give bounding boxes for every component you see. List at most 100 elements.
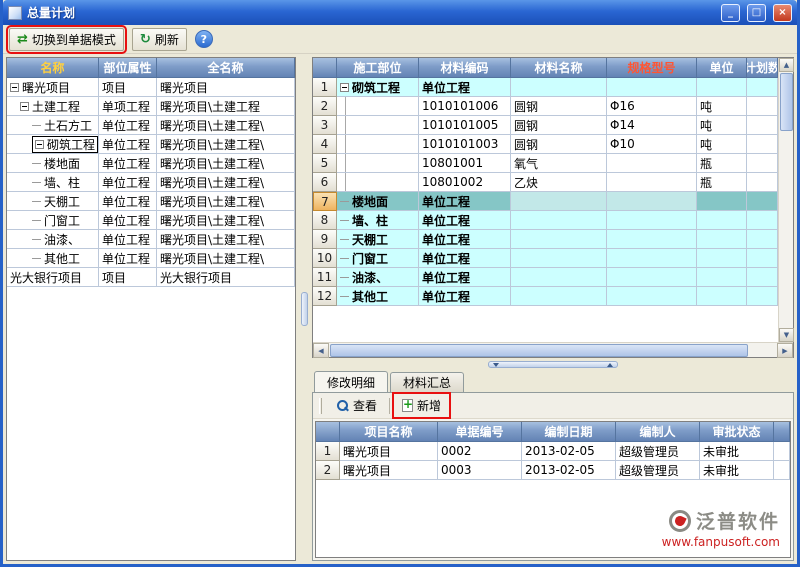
material-group-row-selected[interactable]: 7 楼地面 单位工程: [313, 192, 778, 211]
cell-attr[interactable]: 单位工程: [99, 192, 157, 211]
material-vertical-scrollbar[interactable]: ▲ ▼: [778, 58, 793, 342]
cell-full[interactable]: 曙光项目\土建工程: [157, 97, 295, 116]
cell-doc-no[interactable]: 0002: [438, 442, 522, 461]
cell-part[interactable]: 门窗工: [337, 249, 419, 268]
cell-date[interactable]: 2013-02-05: [522, 461, 616, 480]
material-row[interactable]: 4 1010101003 圆钢 Φ10 吨: [313, 135, 778, 154]
header-part[interactable]: 施工部位: [337, 58, 419, 78]
cell-plan[interactable]: [747, 135, 778, 154]
cell-creator[interactable]: 超级管理员: [616, 461, 700, 480]
material-group-row[interactable]: 9 天棚工 单位工程: [313, 230, 778, 249]
cell-part[interactable]: 墙、柱: [337, 211, 419, 230]
row-number[interactable]: 1: [316, 442, 340, 461]
view-button[interactable]: 查看: [329, 395, 384, 416]
toolbar-grip[interactable]: [319, 398, 322, 414]
cell-attr[interactable]: 单位工程: [99, 116, 157, 135]
header-code[interactable]: 材料编码: [419, 58, 511, 78]
header-status[interactable]: 审批状态: [700, 422, 774, 442]
row-number[interactable]: 5: [313, 154, 337, 173]
material-group-row[interactable]: 1 砌筑工程 单位工程: [313, 78, 778, 97]
cell-spec[interactable]: Φ14: [607, 116, 697, 135]
cell-part[interactable]: [337, 173, 419, 192]
cell-plan[interactable]: [747, 173, 778, 192]
tree-row[interactable]: 油漆、 单位工程 曙光项目\土建工程\: [7, 230, 295, 249]
cell-attr[interactable]: 单位工程: [99, 154, 157, 173]
cell-part[interactable]: 其他工: [337, 287, 419, 306]
tree-row[interactable]: 墙、柱 单位工程 曙光项目\土建工程\: [7, 173, 295, 192]
tree-row[interactable]: 光大银行项目 项目 光大银行项目: [7, 268, 295, 287]
cell-attr[interactable]: 单位工程: [99, 249, 157, 268]
document-row[interactable]: 2 曙光项目 0003 2013-02-05 超级管理员 未审批: [316, 461, 790, 480]
vertical-scroll-thumb[interactable]: [780, 73, 793, 131]
cell-name[interactable]: 曙光项目: [7, 78, 99, 97]
tab-material-summary[interactable]: 材料汇总: [390, 372, 464, 392]
cell-part[interactable]: 砌筑工程: [337, 78, 419, 97]
cell-name[interactable]: 天棚工: [7, 192, 99, 211]
cell-attr[interactable]: 单位工程: [99, 173, 157, 192]
cell-unit[interactable]: 吨: [697, 97, 747, 116]
scroll-right-button[interactable]: ▶: [777, 343, 793, 358]
material-row[interactable]: 2 1010101006 圆钢 Φ16 吨: [313, 97, 778, 116]
cell-spec[interactable]: [607, 211, 697, 230]
cell-code[interactable]: 单位工程: [419, 249, 511, 268]
cell-name[interactable]: 圆钢: [511, 116, 607, 135]
cell-part[interactable]: [337, 97, 419, 116]
tree-row[interactable]: 楼地面 单位工程 曙光项目\土建工程\: [7, 154, 295, 173]
cell-name[interactable]: [511, 268, 607, 287]
cell-attr[interactable]: 单位工程: [99, 135, 157, 154]
cell-unit[interactable]: [697, 268, 747, 287]
cell-project[interactable]: 曙光项目: [340, 461, 438, 480]
cell-plan[interactable]: [747, 154, 778, 173]
cell-attr[interactable]: 项目: [99, 78, 157, 97]
cell-full[interactable]: 曙光项目\土建工程\: [157, 135, 295, 154]
maximize-button[interactable]: □: [747, 4, 766, 22]
row-number[interactable]: 2: [313, 97, 337, 116]
cell-name[interactable]: 土石方工: [7, 116, 99, 135]
material-row[interactable]: 5 10801001 氧气 瓶: [313, 154, 778, 173]
cell-spec[interactable]: [607, 287, 697, 306]
horizontal-splitter[interactable]: [312, 358, 794, 371]
cell-part[interactable]: [337, 154, 419, 173]
cell-full[interactable]: 曙光项目\土建工程\: [157, 230, 295, 249]
cell-unit[interactable]: [697, 249, 747, 268]
cell-code[interactable]: 10801001: [419, 154, 511, 173]
cell-plan[interactable]: [747, 116, 778, 135]
help-button[interactable]: ?: [195, 30, 213, 48]
cell-spec[interactable]: [607, 230, 697, 249]
cell-name[interactable]: 楼地面: [7, 154, 99, 173]
cell-name[interactable]: 墙、柱: [7, 173, 99, 192]
cell-name[interactable]: 砌筑工程: [7, 135, 99, 154]
cell-name[interactable]: 门窗工: [7, 211, 99, 230]
cell-spec[interactable]: [607, 268, 697, 287]
cell-part[interactable]: 天棚工: [337, 230, 419, 249]
row-number[interactable]: 2: [316, 461, 340, 480]
tree-header-name[interactable]: 名称: [7, 58, 99, 78]
cell-unit[interactable]: [697, 192, 747, 211]
material-group-row[interactable]: 8 墙、柱 单位工程: [313, 211, 778, 230]
horizontal-scroll-thumb[interactable]: [330, 344, 748, 357]
cell-plan[interactable]: [747, 192, 778, 211]
cell-doc-no[interactable]: 0003: [438, 461, 522, 480]
material-row[interactable]: 3 1010101005 圆钢 Φ14 吨: [313, 116, 778, 135]
collapse-icon[interactable]: [340, 83, 349, 92]
header-plan[interactable]: 计划数: [747, 58, 778, 78]
cell-plan[interactable]: [747, 211, 778, 230]
cell-name[interactable]: [511, 211, 607, 230]
collapse-icon[interactable]: [35, 140, 44, 149]
cell-code[interactable]: 10801002: [419, 173, 511, 192]
cell-plan[interactable]: [747, 249, 778, 268]
titlebar[interactable]: 总量计划 _ □ ×: [3, 0, 797, 25]
cell-name[interactable]: [511, 287, 607, 306]
cell-code[interactable]: 1010101006: [419, 97, 511, 116]
cell-attr[interactable]: 单位工程: [99, 230, 157, 249]
header-date[interactable]: 编制日期: [522, 422, 616, 442]
cell-name[interactable]: [511, 192, 607, 211]
tree-row[interactable]: 天棚工 单位工程 曙光项目\土建工程\: [7, 192, 295, 211]
refresh-button[interactable]: ↻ 刷新: [132, 28, 187, 51]
scroll-up-button[interactable]: ▲: [779, 58, 794, 72]
header-spec[interactable]: 规格型号: [607, 58, 697, 78]
cell-spec[interactable]: [607, 173, 697, 192]
horizontal-splitter-grip[interactable]: [488, 361, 618, 368]
cell-full[interactable]: 曙光项目\土建工程\: [157, 192, 295, 211]
cell-spec[interactable]: [607, 192, 697, 211]
